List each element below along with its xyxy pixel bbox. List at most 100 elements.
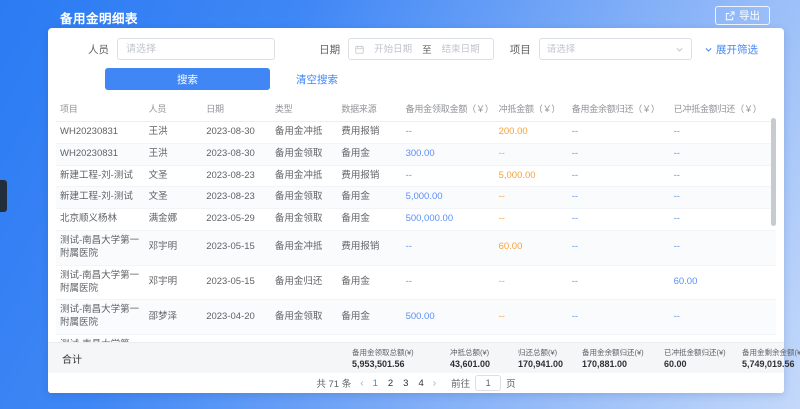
cell: -- bbox=[568, 165, 670, 187]
page-number[interactable]: 4 bbox=[418, 378, 423, 389]
cell: 5,000.00 bbox=[495, 165, 568, 187]
total-count: 共 71 条 bbox=[316, 376, 351, 390]
cell: 备用金冲抵 bbox=[271, 165, 337, 187]
summary-item-label: 备用金余额归还(¥) bbox=[582, 347, 658, 358]
table-row[interactable]: WH20230831王洪2023-08-30备用金领取备用金300.00----… bbox=[56, 143, 776, 165]
cell: -- bbox=[670, 300, 776, 335]
cell: -- bbox=[670, 122, 776, 144]
column-header: 备用金领取金额（￥） bbox=[402, 96, 495, 122]
date-range-picker[interactable]: 至 bbox=[348, 38, 494, 60]
cell: -- bbox=[402, 122, 495, 144]
cell: -- bbox=[670, 187, 776, 209]
cell: 2023-08-30 bbox=[202, 122, 271, 144]
cell: 2023-05-15 bbox=[202, 265, 271, 300]
cell: 北京顺义杨林 bbox=[56, 209, 145, 231]
table-row[interactable]: 测试-南昌大学第一附属医院邵梦泽2023-04-20备用金归还备用金----10… bbox=[56, 334, 776, 342]
expand-filter-link[interactable]: 展开筛选 bbox=[704, 42, 758, 57]
cell: -- bbox=[495, 265, 568, 300]
cell: 60.00 bbox=[670, 265, 776, 300]
goto-page-input[interactable] bbox=[475, 375, 501, 391]
project-label: 项目 bbox=[510, 42, 531, 57]
summary-item-label: 备用金领取总额(¥) bbox=[352, 347, 444, 358]
cell: -- bbox=[495, 300, 568, 335]
cell: 300.00 bbox=[402, 143, 495, 165]
column-header: 冲抵金额（￥） bbox=[495, 96, 568, 122]
cell: 费用报销 bbox=[337, 165, 401, 187]
table-row[interactable]: 新建工程-刘-测试文圣2023-08-23备用金冲抵费用报销--5,000.00… bbox=[56, 165, 776, 187]
summary-item-value: 60.00 bbox=[664, 359, 736, 369]
cell: 100.00 bbox=[568, 334, 670, 342]
cell: 邓宇明 bbox=[145, 265, 203, 300]
project-select-input[interactable] bbox=[547, 44, 675, 55]
summary-item: 冲抵总额(¥) 43,601.00 bbox=[450, 347, 512, 369]
cell: -- bbox=[670, 209, 776, 231]
page-number[interactable]: 1 bbox=[373, 378, 378, 389]
column-header: 数据来源 bbox=[337, 96, 401, 122]
cell: -- bbox=[495, 187, 568, 209]
summary-item: 备用金剩余金额(¥) 5,749,019.56 bbox=[742, 347, 800, 369]
cell: 测试-南昌大学第一附属医院 bbox=[56, 334, 145, 342]
project-select[interactable] bbox=[539, 38, 692, 60]
cell: 5,000.00 bbox=[402, 187, 495, 209]
person-input[interactable] bbox=[117, 38, 275, 60]
title-bar: 备用金明细表 导出 bbox=[0, 0, 800, 28]
next-page-button[interactable]: › bbox=[431, 378, 438, 389]
page-number[interactable]: 2 bbox=[388, 378, 393, 389]
cell: -- bbox=[402, 334, 495, 342]
page-number[interactable]: 3 bbox=[403, 378, 408, 389]
cell: 邵梦泽 bbox=[145, 334, 203, 342]
table-body: WH20230831王洪2023-08-30备用金冲抵费用报销--200.00-… bbox=[56, 122, 776, 343]
cell: 2023-08-30 bbox=[202, 143, 271, 165]
cell: 文圣 bbox=[145, 187, 203, 209]
table-row[interactable]: 新建工程-刘-测试文圣2023-08-23备用金领取备用金5,000.00---… bbox=[56, 187, 776, 209]
summary-item-label: 备用金剩余金额(¥) bbox=[742, 347, 800, 358]
cell: 备用金 bbox=[337, 209, 401, 231]
date-start-input[interactable] bbox=[367, 44, 419, 55]
total-label: 合计 bbox=[62, 351, 82, 366]
cell: 备用金归还 bbox=[271, 334, 337, 342]
table-row[interactable]: WH20230831王洪2023-08-30备用金冲抵费用报销--200.00-… bbox=[56, 122, 776, 144]
table-header: 项目 人员 日期 类型 数据来源 备用金领取金额（￥） 冲抵金额（￥） 备用金余… bbox=[56, 96, 776, 122]
search-button[interactable]: 搜索 bbox=[105, 68, 270, 90]
date-end-input[interactable] bbox=[435, 44, 487, 55]
cell: 备用金 bbox=[337, 143, 401, 165]
cell: 费用报销 bbox=[337, 231, 401, 266]
cell: -- bbox=[568, 122, 670, 144]
summary-item-value: 5,749,019.56 bbox=[742, 359, 800, 369]
chevron-down-icon bbox=[704, 45, 713, 54]
cell: 500,000.00 bbox=[402, 209, 495, 231]
summary-item-value: 170,941.00 bbox=[518, 359, 576, 369]
expand-filter-label: 展开筛选 bbox=[716, 42, 758, 57]
summary-item: 归还总额(¥) 170,941.00 bbox=[518, 347, 576, 369]
export-icon bbox=[725, 11, 735, 21]
cell: 60.00 bbox=[495, 231, 568, 266]
cell: 王洪 bbox=[145, 122, 203, 144]
cell: -- bbox=[670, 231, 776, 266]
summary-item: 备用金余额归还(¥) 170,881.00 bbox=[582, 347, 658, 369]
prev-page-button[interactable]: ‹ bbox=[358, 378, 365, 389]
table-row[interactable]: 北京顺义杨林满金娜2023-05-29备用金领取备用金500,000.00---… bbox=[56, 209, 776, 231]
cell: 新建工程-刘-测试 bbox=[56, 165, 145, 187]
cell: -- bbox=[495, 334, 568, 342]
cell: 200.00 bbox=[495, 122, 568, 144]
cell: 2023-04-20 bbox=[202, 300, 271, 335]
cell: -- bbox=[568, 209, 670, 231]
table-row[interactable]: 测试-南昌大学第一附属医院邵梦泽2023-04-20备用金领取备用金500.00… bbox=[56, 300, 776, 335]
cell: 邵梦泽 bbox=[145, 300, 203, 335]
clear-search-link[interactable]: 清空搜索 bbox=[296, 72, 338, 87]
table-row[interactable]: 测试-南昌大学第一附属医院邓宇明2023-05-15备用金冲抵费用报销--60.… bbox=[56, 231, 776, 266]
export-button[interactable]: 导出 bbox=[715, 6, 770, 25]
content-card: 人员 日期 至 项目 展开筛选 bbox=[48, 28, 784, 393]
summary-item-label: 冲抵总额(¥) bbox=[450, 347, 512, 358]
drawer-handle[interactable] bbox=[0, 180, 7, 212]
pagination: 共 71 条 ‹ 1234 › 前往 页 bbox=[48, 373, 784, 393]
table-row[interactable]: 测试-南昌大学第一附属医院邓宇明2023-05-15备用金归还备用金------… bbox=[56, 265, 776, 300]
cell: 备用金冲抵 bbox=[271, 122, 337, 144]
cell: 2023-08-23 bbox=[202, 187, 271, 209]
cell: 2023-08-23 bbox=[202, 165, 271, 187]
vertical-scrollbar[interactable] bbox=[771, 118, 776, 226]
column-header: 日期 bbox=[202, 96, 271, 122]
date-separator: 至 bbox=[422, 42, 432, 56]
summary-item-label: 归还总额(¥) bbox=[518, 347, 576, 358]
cell: WH20230831 bbox=[56, 143, 145, 165]
